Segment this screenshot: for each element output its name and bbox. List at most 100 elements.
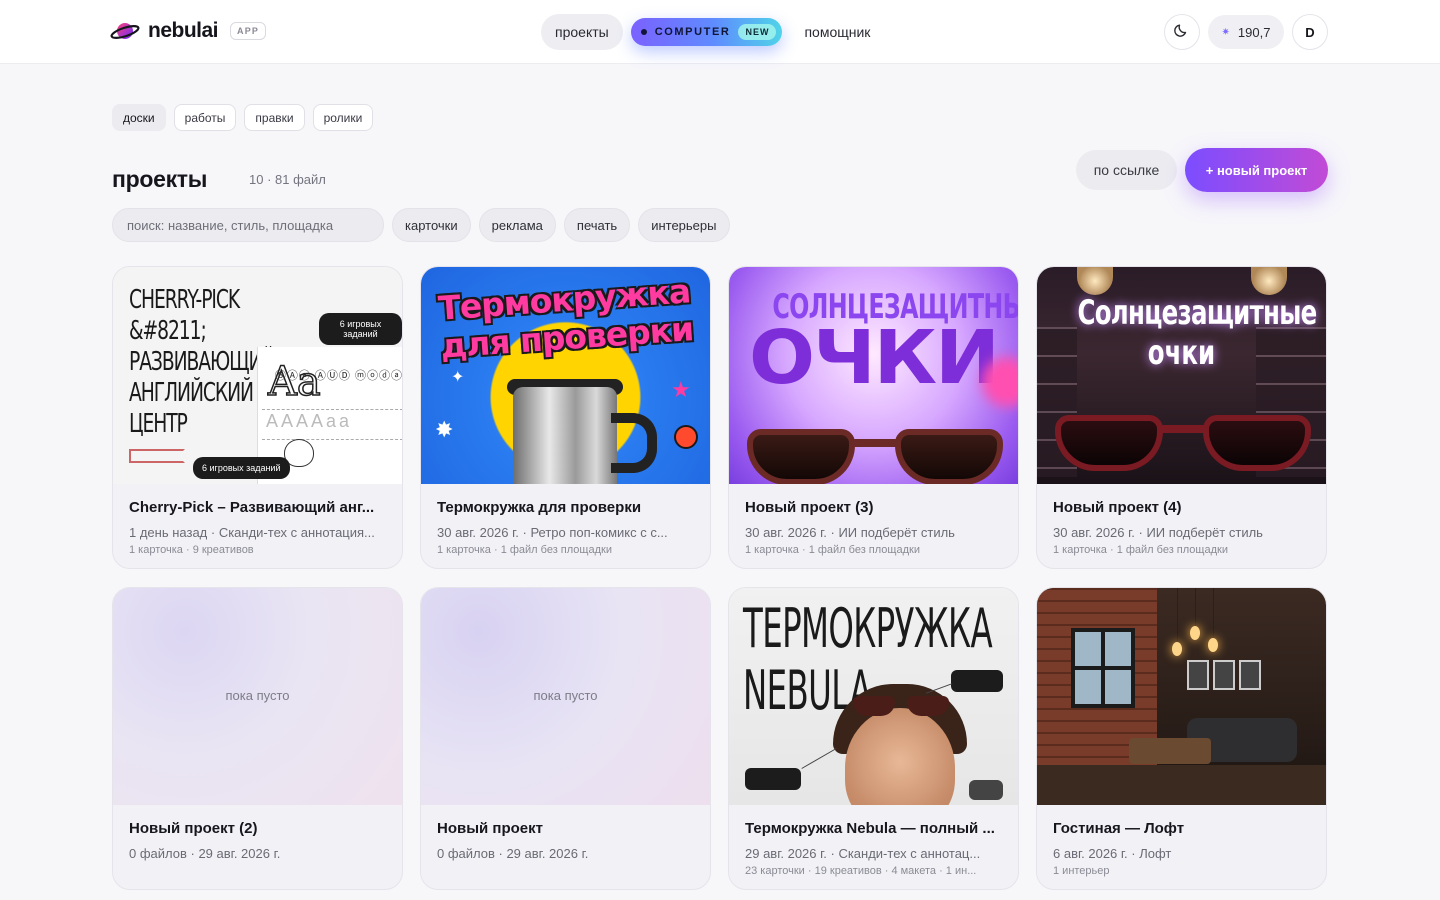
project-card[interactable]: пока пусто Новый проект (2) 0 файлов · 2… [112, 587, 403, 890]
project-card[interactable]: Гостиная — Лофт 6 авг. 2026 г. · Лофт 1 … [1036, 587, 1327, 890]
card-stats: 1 карточка · 1 файл без площадки [745, 544, 920, 556]
filter-print[interactable]: печать [563, 208, 631, 242]
project-count: 10 · 81 файл [249, 172, 326, 187]
card-meta: 0 файлов · 29 авг. 2026 г. [437, 846, 589, 861]
picture-frame [1239, 660, 1261, 690]
star-icon: ✸ [435, 417, 454, 442]
annotation-tag: 6 игровых заданий [193, 457, 290, 479]
mug-image [513, 387, 617, 484]
picture-frame [1187, 660, 1209, 690]
section-tab-videos[interactable]: ролики [312, 104, 374, 131]
project-thumbnail: пока пусто [421, 588, 710, 805]
thumbnail-headline: Солнцезащитные [1077, 293, 1317, 333]
thumbnail-headline-second: очки [1147, 333, 1216, 373]
credits-balance[interactable]: ✷ 190,7 [1208, 15, 1284, 49]
search-input[interactable] [112, 208, 384, 242]
bulb-icon [1190, 626, 1200, 640]
nav-tab-computer[interactable]: COMPUTER NEW [630, 18, 783, 46]
empty-label: пока пусто [533, 688, 598, 703]
lamp-icon [1251, 267, 1287, 295]
annotation-chip [745, 768, 801, 790]
project-thumbnail: Солнцезащитные очки [1037, 267, 1326, 484]
card-meta: 6 авг. 2026 г. · Лофт [1053, 846, 1172, 861]
card-meta: 30 авг. 2026 г. · ИИ подберёт стиль [745, 525, 955, 540]
star-icon: ✦ [451, 369, 465, 386]
card-title: Термокружка для проверки [437, 499, 642, 516]
section-tab-edits[interactable]: правки [244, 104, 305, 131]
computer-label: COMPUTER [654, 26, 731, 38]
card-meta: 29 авг. 2026 г. · Сканди-тех с аннотац..… [745, 846, 981, 861]
card-stats: 1 карточка · 1 файл без площадки [1053, 544, 1228, 556]
logo[interactable]: nebulai APP [110, 18, 267, 44]
window-image [1071, 628, 1135, 708]
annotation-tag: 6 игровых заданий [319, 313, 402, 345]
main-nav: проекты COMPUTER NEW помощник [541, 14, 884, 50]
card-stats: 1 интерьер [1053, 865, 1110, 877]
filter-ads[interactable]: реклама [478, 208, 556, 242]
decor-dot [674, 425, 698, 449]
thumbnail-headline: Термокружка для проверки [436, 271, 695, 366]
section-tabs: доски работы правки ролики [112, 104, 374, 131]
project-card[interactable]: Солнцезащитные очки Новый проект (4) 30 … [1036, 266, 1327, 569]
app-badge: APP [230, 22, 267, 40]
sparkle-icon: ✷ [1221, 26, 1230, 38]
card-meta: 30 авг. 2026 г. · Ретро поп-комикс с с..… [437, 525, 668, 540]
card-meta: 30 авг. 2026 г. · ИИ подберёт стиль [1053, 525, 1263, 540]
project-card[interactable]: ТЕРМОКРУЖКА NEBULA Термокружка Nebula — … [728, 587, 1019, 890]
card-title: Гостиная — Лофт [1053, 820, 1185, 837]
project-thumbnail: ТЕРМОКРУЖКА NEBULA [729, 588, 1018, 805]
card-meta: 0 файлов · 29 авг. 2026 г. [129, 846, 281, 861]
section-tab-boards[interactable]: доски [112, 104, 166, 131]
card-meta: 1 день назад · Сканди-тех с аннотация... [129, 525, 375, 540]
status-dot-icon [640, 29, 647, 35]
thumbnail-headline: CHERRY-PICK &#8211; РАЗВИВАЮЩИЙ АНГЛИЙСК… [129, 285, 275, 439]
worksheet-trace-letters: AAAAaa [266, 411, 353, 431]
section-tab-works[interactable]: работы [173, 104, 237, 131]
nav-tab-assistant[interactable]: помощник [790, 14, 884, 50]
divider [262, 409, 402, 410]
annotation-line [801, 748, 837, 769]
project-card[interactable]: ✸ ★ ✦ Термокружка для проверки Термокруж… [420, 266, 711, 569]
filter-interiors[interactable]: интерьеры [638, 208, 730, 242]
mug-handle [611, 413, 657, 473]
page-title: проекты [112, 166, 208, 192]
ribbon-icon [129, 449, 185, 463]
card-title: Новый проект [437, 820, 543, 837]
nav-tab-projects[interactable]: проекты [541, 14, 623, 50]
project-card[interactable]: СОЛНЦЕЗАЩИТНЫЕ ОЧКИ Новый проект (3) 30 … [728, 266, 1019, 569]
avatar[interactable]: D [1292, 14, 1328, 50]
thumbnail-headline-large: ОЧКИ [749, 315, 1000, 401]
card-stats: 23 карточки · 19 креативов · 4 макета · … [745, 865, 977, 877]
empty-label: пока пусто [225, 688, 290, 703]
project-thumbnail: CHERRY-PICK &#8211; РАЗВИВАЮЩИЙ АНГЛИЙСК… [113, 267, 402, 484]
theme-toggle-button[interactable] [1164, 14, 1200, 50]
moon-icon [1174, 22, 1190, 43]
logo-text: nebulai [148, 19, 219, 42]
credits-value: 190,7 [1237, 24, 1271, 40]
lamp-cord [1177, 588, 1178, 644]
by-link-button[interactable]: по ссылке [1076, 150, 1177, 190]
project-card[interactable]: CHERRY-PICK &#8211; РАЗВИВАЮЩИЙ АНГЛИЙСК… [112, 266, 403, 569]
project-card[interactable]: пока пусто Новый проект 0 файлов · 29 ав… [420, 587, 711, 890]
card-title: Cherry-Pick – Развивающий анг... [129, 499, 375, 516]
top-bar: nebulai APP проекты COMPUTER NEW помощни… [0, 0, 1440, 64]
sunglasses-image [747, 429, 1003, 484]
planet-logo-icon [110, 18, 140, 44]
new-project-button[interactable]: + новый проект [1185, 148, 1328, 192]
card-stats: 1 карточка · 9 креативов [129, 544, 254, 556]
filter-cards[interactable]: карточки [392, 208, 471, 242]
bulb-icon [1172, 642, 1182, 656]
project-thumbnail: пока пусто [113, 588, 402, 805]
sunglasses-image [1055, 415, 1311, 475]
card-stats: 1 карточка · 1 файл без площадки [437, 544, 612, 556]
annotation-chip [951, 670, 1003, 692]
annotation-chip [969, 780, 1003, 800]
card-title: Новый проект (4) [1053, 499, 1182, 516]
coffee-table-image [1129, 738, 1211, 764]
lamp-cord [1213, 588, 1214, 640]
sunglasses-image [853, 696, 949, 718]
worksheet-circles: ⒷⒶⓐ ⒶⓊⒹ ⓜⓞⓓⓐ [274, 370, 402, 382]
project-thumbnail: ✸ ★ ✦ Термокружка для проверки [421, 267, 710, 484]
bulb-icon [1208, 638, 1218, 652]
star-icon: ★ [671, 377, 691, 402]
